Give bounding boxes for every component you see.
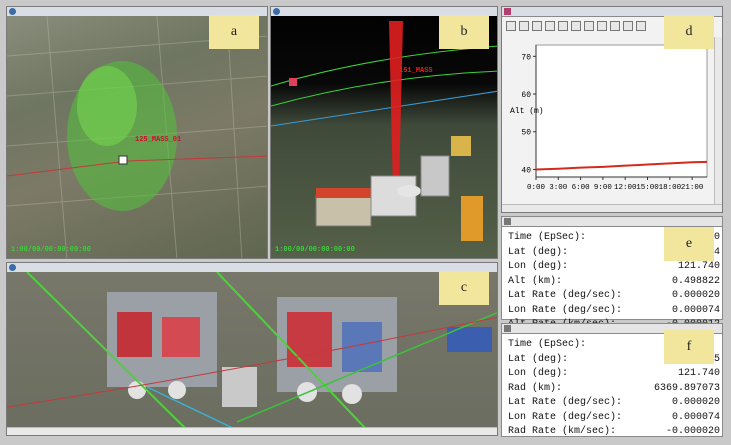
report-value: -0.000020 [665, 426, 720, 437]
panel-tag: e [664, 227, 714, 261]
x-tick-label: 18:00 [659, 184, 682, 192]
report-value: 6369.897073 [653, 382, 720, 394]
terrain-overlay [7, 271, 497, 431]
panel-tag: a [209, 15, 259, 49]
report-row: Lon Rate (deg/sec): 0.000074 [508, 304, 720, 319]
map-view-c[interactable]: c [6, 262, 498, 436]
y-tick-label: 60 [521, 91, 531, 100]
report-key: Lat (deg): [508, 246, 569, 258]
export-icon[interactable] [519, 21, 529, 31]
copy-icon[interactable] [610, 21, 620, 31]
x-tick-label: 9:00 [594, 184, 613, 192]
panel-tag: b [439, 15, 489, 49]
horizontal-scrollbar[interactable] [502, 204, 722, 212]
zoom-in-icon[interactable] [545, 21, 555, 31]
globe-icon [9, 264, 16, 271]
report-window-e[interactable]: Time (EpSec):3600.0Lat (deg):39.854Lon (… [501, 216, 723, 330]
report-row: Lon Rate (deg/sec): 0.000074 [508, 411, 720, 426]
report-key: Rad Rate (km/sec): [508, 426, 617, 437]
y-tick-label: 40 [521, 166, 531, 175]
map-view-a[interactable]: 125_MASS_01 1:00/00/00:00:00:00 a [6, 6, 268, 259]
vertical-scrollbar[interactable] [714, 37, 722, 212]
report-value: 0.000020 [671, 397, 720, 408]
report-row: Lon (deg): 121.740 [508, 367, 720, 382]
report-key: Lon (deg): [508, 368, 569, 379]
x-tick-label: 3:00 [549, 184, 568, 192]
refresh-icon[interactable] [636, 21, 646, 31]
satellite-imagery: 125_MASS_01 1:00/00/00:00:00:00 [7, 15, 267, 258]
object-label: 151_MASS [399, 67, 433, 75]
altitude-chart: 40 50 60 70 0:00 3:00 6:00 9:00 12:00 15:00 18:00 2… [510, 44, 708, 192]
report-row: Lon (deg): 121.740 [508, 260, 720, 275]
status-text: 1:00/00/00:00:00:00 [275, 246, 355, 254]
report-key: Lat Rate (deg/sec): [508, 397, 623, 408]
x-tick-label: 15:00 [636, 184, 659, 192]
report-row: Rad Rate (km/sec): -0.000020 [508, 425, 720, 440]
report-key: Lat Rate (deg/sec): [508, 290, 623, 301]
panel-tag: d [664, 15, 714, 49]
title-bar [502, 217, 722, 227]
3d-view-b[interactable]: 151_MASS 1:00/00/00:00:00:00 b [270, 6, 498, 259]
report-window-f[interactable]: Time (EpSec):3600Lat (deg):39.665Lon (de… [501, 323, 723, 437]
x-tick-label: 12:00 [614, 184, 637, 192]
globe-icon [273, 8, 280, 15]
graph-window-d[interactable]: 40 50 60 70 0:00 3:00 6:00 9:00 12:00 15:00 18:00 2… [501, 6, 723, 213]
y-tick-label: 70 [521, 53, 531, 62]
report-row: Alt (km): 0.498822 [508, 275, 720, 290]
sensor-beam [389, 21, 403, 191]
report-value: 0.000074 [671, 304, 720, 316]
report-key: Alt (km): [508, 275, 563, 287]
report-key: Rad (km): [508, 382, 563, 394]
report-icon [504, 218, 511, 225]
crosshair-icon[interactable] [623, 21, 633, 31]
zoom-out-icon[interactable] [532, 21, 542, 31]
x-tick-label: 21:00 [681, 184, 704, 192]
report-value: 0.498822 [671, 275, 720, 287]
report-row: Lat Rate (deg/sec): 0.000020 [508, 289, 720, 304]
facility-marker [118, 155, 128, 165]
report-row: Lat Rate (deg/sec): 0.000020 [508, 396, 720, 411]
save-icon[interactable] [506, 21, 516, 31]
panel-tag: c [439, 271, 489, 305]
report-row: Rad (km): 6369.897073 [508, 382, 720, 397]
report-value: 121.740 [677, 261, 720, 272]
scene-overlay [271, 21, 497, 241]
report-key: Lon (deg): [508, 261, 569, 272]
satellite-imagery [7, 271, 497, 435]
report-key: Lat (deg): [508, 353, 569, 365]
report-key: Lon Rate (deg/sec): [508, 304, 623, 316]
print-icon[interactable] [597, 21, 607, 31]
report-value: 121.740 [677, 368, 720, 379]
report-key: Lon Rate (deg/sec): [508, 411, 623, 423]
facility-marker [289, 78, 297, 86]
report-key: Time (EpSec): [508, 339, 587, 350]
y-tick-label: 50 [521, 129, 531, 138]
globe-icon [9, 8, 16, 15]
panel-tag: f [664, 330, 714, 364]
x-tick-label: 0:00 [527, 184, 546, 192]
legend-icon[interactable] [584, 21, 594, 31]
horizontal-scrollbar[interactable] [7, 427, 497, 435]
status-text: 1:00/00/00:00:00:00 [11, 246, 91, 254]
report-key: Time (EpSec): [508, 232, 587, 243]
x-tick-label: 6:00 [572, 184, 591, 192]
graph-toolbar [506, 21, 646, 33]
report-value: 0.000074 [671, 411, 720, 423]
y-axis-label: Alt (m) [510, 107, 544, 116]
report-value: 0.000020 [671, 290, 720, 301]
grid-icon[interactable] [571, 21, 581, 31]
object-label: 125_MASS_01 [135, 136, 182, 144]
report-icon [504, 325, 511, 332]
properties-icon[interactable] [558, 21, 568, 31]
3d-scene: 151_MASS 1:00/00/00:00:00:00 [271, 16, 497, 258]
chart-icon [504, 8, 511, 15]
plot-area [535, 44, 708, 178]
